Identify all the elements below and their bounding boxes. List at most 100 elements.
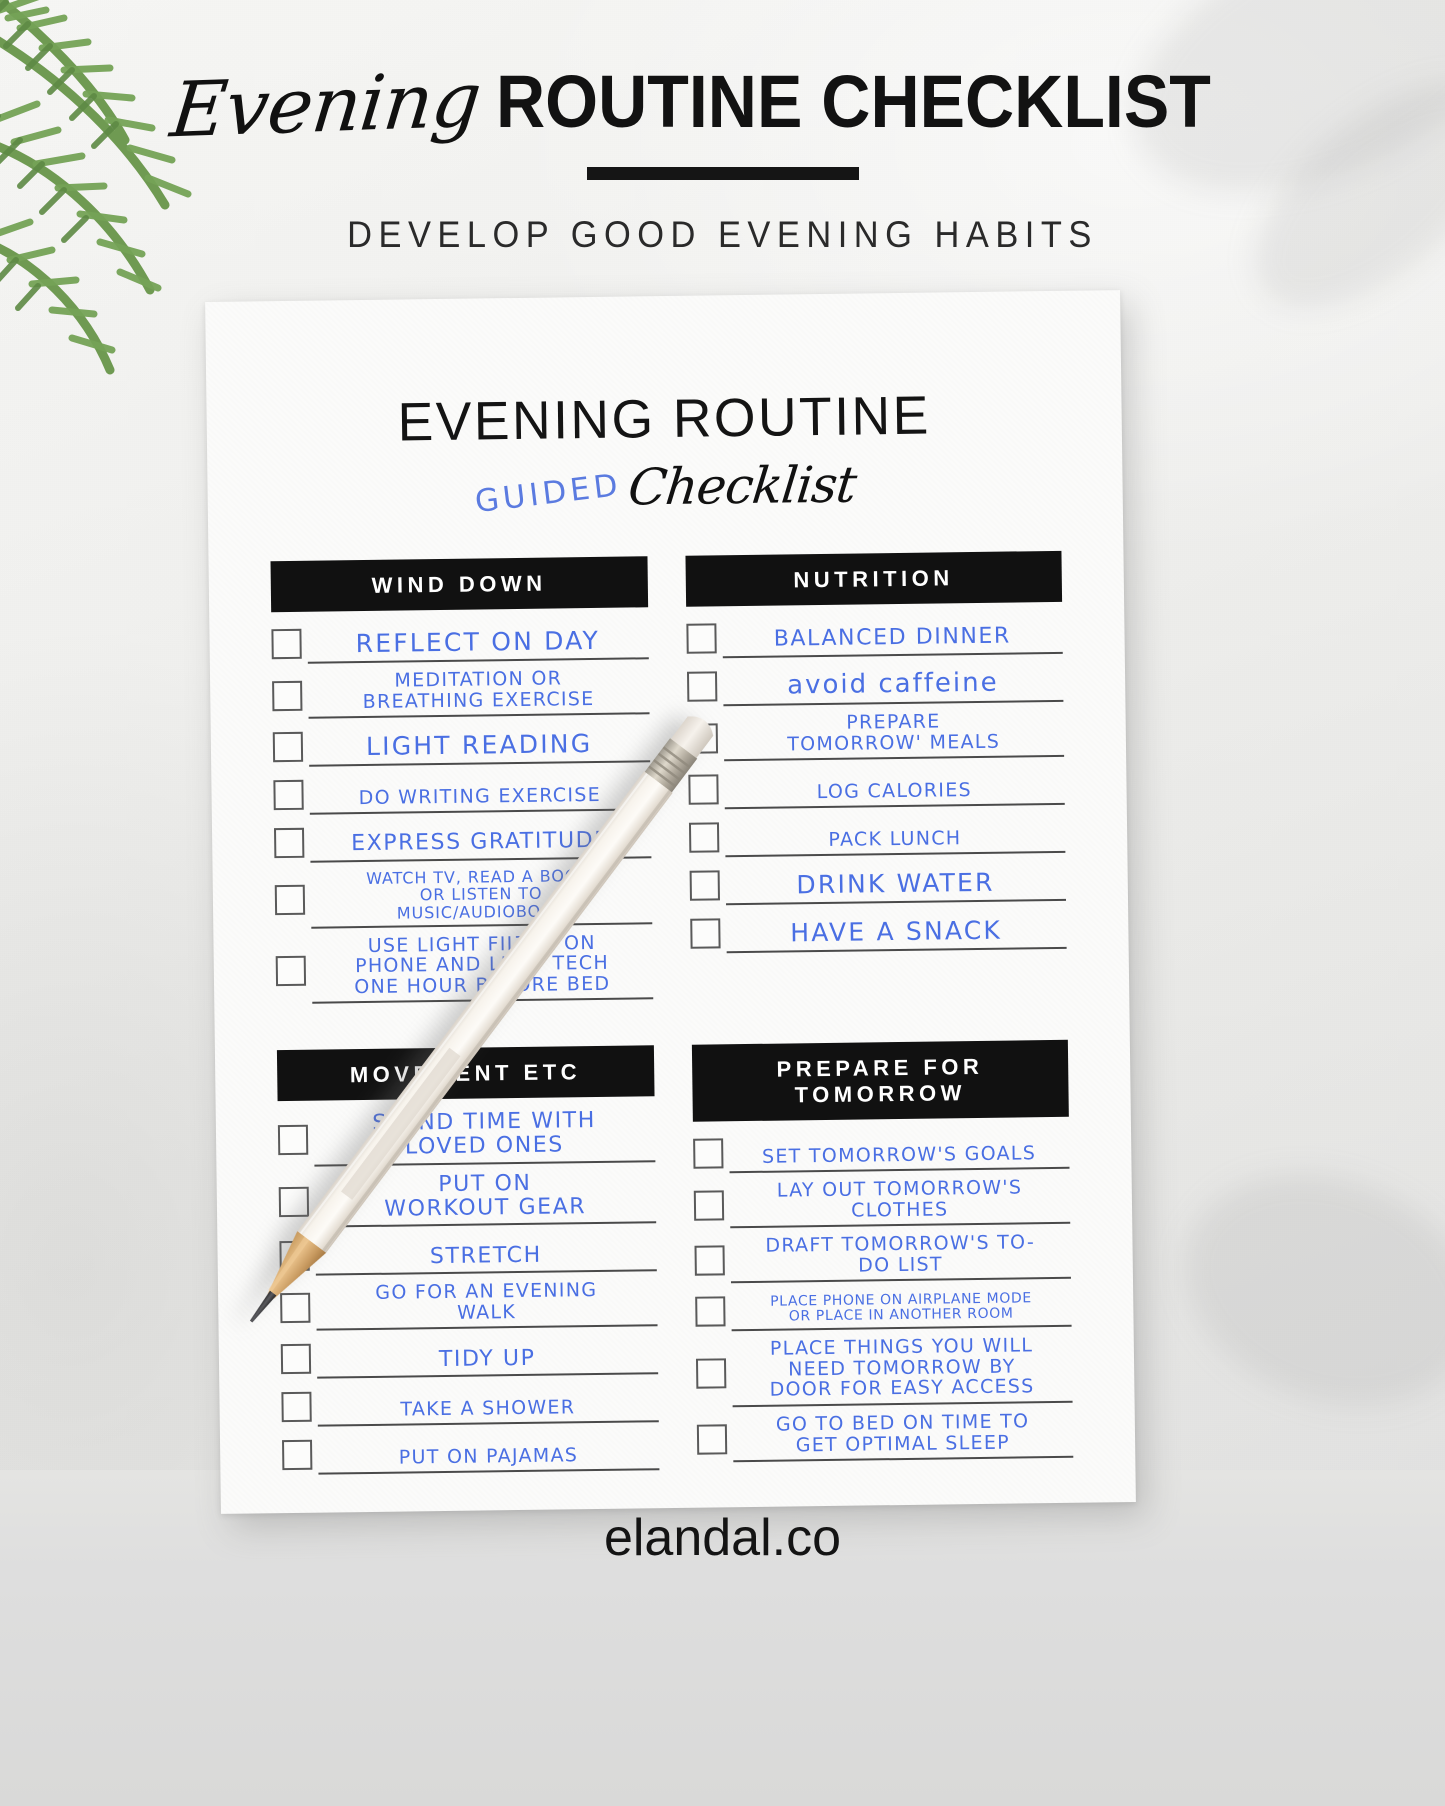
checklist-item[interactable]: USE LIGHT FILTER ON PHONE AND LIMIT TECH… [275,932,653,1005]
checklist-item[interactable]: BALANCED DINNER [685,613,1063,659]
checklist-item-line: avoid caffeine [722,661,1064,707]
checklist-item-line: PLACE THINGS YOU WILL NEED TOMORROW BY D… [731,1335,1073,1408]
checklist-item-label: BALANCED DINNER [773,623,1012,652]
poster-title-script: Evening [167,54,485,155]
checklist-item-line: LAY OUT TOMORROW'S CLOTHES [729,1176,1071,1229]
checkbox[interactable] [274,884,306,916]
checkbox[interactable] [687,774,719,805]
checkbox[interactable] [686,671,717,702]
checklist-item[interactable]: TAKE A SHOWER [281,1382,659,1428]
checklist-item-label: PREPARE TOMORROW' MEALS [787,710,1001,755]
checklist-item[interactable]: REFLECT ON DAY [271,619,649,664]
checkbox[interactable] [692,1138,723,1170]
checklist-item-line: TIDY UP [316,1334,658,1380]
checklist-item-label: PLACE PHONE ON AIRPLANE MODE OR PLACE IN… [770,1290,1032,1325]
checkbox[interactable] [272,680,303,711]
document-subtitle-guided: GUIDED [473,467,624,521]
checkbox[interactable] [695,1358,726,1389]
checklist-item-line: DO WRITING EXERCISE [309,770,651,815]
checklist-item-label: LOG CALORIES [816,778,973,803]
checkbox[interactable] [273,779,304,811]
checklist-item-label: REFLECT ON DAY [355,625,601,659]
checkbox[interactable] [279,1241,310,1272]
checkbox[interactable] [281,1392,312,1423]
checklist-item-label: WATCH TV, READ A BOOK, OR LISTEN TO MUSI… [366,866,596,923]
checkbox[interactable] [685,623,717,654]
checklist-item[interactable]: avoid caffeine [686,661,1064,707]
checkbox[interactable] [277,1124,309,1156]
checkbox[interactable] [278,1186,310,1217]
checklist-item-line: SPEND TIME WITH LOVED ONES [313,1108,655,1167]
checklist-item-line: STRETCH [315,1231,657,1277]
checklist-item[interactable]: GO FOR AN EVENING WALK [280,1279,658,1332]
checklist-item[interactable]: PACK LUNCH [688,812,1066,858]
checklist-item[interactable]: EXPRESS GRATITUDE [274,818,651,863]
checklist-item[interactable]: PUT ON WORKOUT GEAR [278,1170,656,1229]
checklist-section-nutrition: NUTRITION BALANCED DINNER avoid caffeine PR… [684,550,1067,1007]
checklist-item[interactable]: PUT ON PAJAMAS [282,1430,659,1476]
section-header-nutrition: NUTRITION [684,550,1063,607]
checkbox[interactable] [687,722,718,754]
checklist-item-line: TAKE A SHOWER [317,1382,659,1428]
checklist-item[interactable]: PLACE THINGS YOU WILL NEED TOMORROW BY D… [695,1335,1073,1408]
checkbox[interactable] [696,1423,727,1455]
checklist-item[interactable]: MEDITATION OR BREATHING EXERCISE [272,667,650,719]
checkbox[interactable] [280,1344,312,1375]
checkbox[interactable] [693,1190,724,1221]
checklist-item-line: EXPRESS GRATITUDE [309,818,651,863]
checklist-items-movement-etc: SPEND TIME WITH LOVED ONES PUT ON WORKOUT… [277,1108,659,1476]
checklist-item[interactable]: SPEND TIME WITH LOVED ONES [277,1108,655,1167]
checklist-item-line: SET TOMORROW'S GOALS [728,1129,1070,1174]
checklist-item[interactable]: DRINK WATER [689,860,1067,906]
checklist-item-line: DRAFT TOMORROW'S TO- DO LIST [729,1231,1071,1284]
checkbox[interactable] [275,955,307,986]
checklist-item[interactable]: LOG CALORIES [687,764,1065,810]
document-title: EVENING ROUTINE [397,385,932,453]
checklist-item[interactable]: GO TO BED ON TIME TO GET OPTIMAL SLEEP [696,1410,1074,1463]
checklist-item[interactable]: SET TOMORROW'S GOALS [692,1129,1070,1174]
poster-subtitle: DEVELOP GOOD EVENING HABITS [347,214,1098,255]
checklist-item-line: GO TO BED ON TIME TO GET OPTIMAL SLEEP [732,1410,1074,1463]
checklist-item[interactable]: HAVE A SNACK [689,908,1067,954]
checkbox[interactable] [274,827,305,859]
checklist-item[interactable]: LIGHT READING [272,722,650,767]
checklist-item-label: LAY OUT TOMORROW'S CLOTHES [776,1176,1023,1222]
poster-title: Evening ROUTINE CHECKLIST [0,0,1445,155]
checkbox[interactable] [689,918,721,949]
checklist-section-wind-down: WIND DOWN REFLECT ON DAY MEDITATION OR BRE… [270,556,653,1012]
checkbox[interactable] [271,628,302,660]
checkbox[interactable] [694,1296,726,1328]
checkbox[interactable] [282,1440,313,1471]
checklist-item-label: DRAFT TOMORROW'S TO- DO LIST [765,1231,1036,1277]
checklist-items-prepare-for-tomorrow: SET TOMORROW'S GOALS LAY OUT TOMORROW'S C… [692,1129,1074,1463]
checklist-item[interactable]: TIDY UP [280,1334,658,1380]
checklist-item-label: MEDITATION OR BREATHING EXERCISE [362,667,595,713]
checklist-items-nutrition: BALANCED DINNER avoid caffeine PREPARE TOM… [685,613,1067,954]
checklist-item[interactable]: STRETCH [279,1231,657,1277]
checklist-item-line: GO FOR AN EVENING WALK [315,1279,658,1332]
checklist-item[interactable]: DRAFT TOMORROW'S TO- DO LIST [694,1232,1071,1284]
section-header-wind-down: WIND DOWN [270,556,648,613]
checklist-item[interactable]: WATCH TV, READ A BOOK, OR LISTEN TO MUSI… [274,866,652,929]
checkbox[interactable] [280,1292,311,1324]
checklist-item-line: USE LIGHT FILTER ON PHONE AND LIMIT TECH… [311,932,653,1005]
checklist-item-label: GO FOR AN EVENING WALK [375,1279,598,1324]
checklist-item-label: DRINK WATER [796,867,995,900]
poster-header: Evening ROUTINE CHECKLIST DEVELOP GOOD E… [0,0,1445,256]
checklist-item-line: PACK LUNCH [724,812,1066,858]
checkbox[interactable] [688,822,719,853]
checklist-item-label: SPEND TIME WITH LOVED ONES [372,1108,597,1160]
checklist-item[interactable]: LAY OUT TOMORROW'S CLOTHES [693,1176,1071,1229]
checklist-item-line: REFLECT ON DAY [307,619,649,664]
checkbox[interactable] [272,731,304,763]
checklist-item-line: MEDITATION OR BREATHING EXERCISE [307,667,650,719]
checklist-item[interactable]: PLACE PHONE ON AIRPLANE MODE OR PLACE IN… [694,1287,1072,1332]
checklist-sections-grid: WIND DOWN REFLECT ON DAY MEDITATION OR BRE… [270,550,1074,1484]
document-subtitle: GUIDED Checklist [269,449,1061,521]
checklist-section-prepare-for-tomorrow: PREPARE FOR TOMORROW SET TOMORROW'S GOALS… [691,1040,1074,1478]
checklist-item[interactable]: DO WRITING EXERCISE [273,770,651,815]
checklist-item[interactable]: PREPARE TOMORROW' MEALS [687,709,1065,762]
section-header-prepare-for-tomorrow: PREPARE FOR TOMORROW [691,1040,1069,1123]
checkbox[interactable] [689,870,720,901]
checkbox[interactable] [694,1245,725,1276]
